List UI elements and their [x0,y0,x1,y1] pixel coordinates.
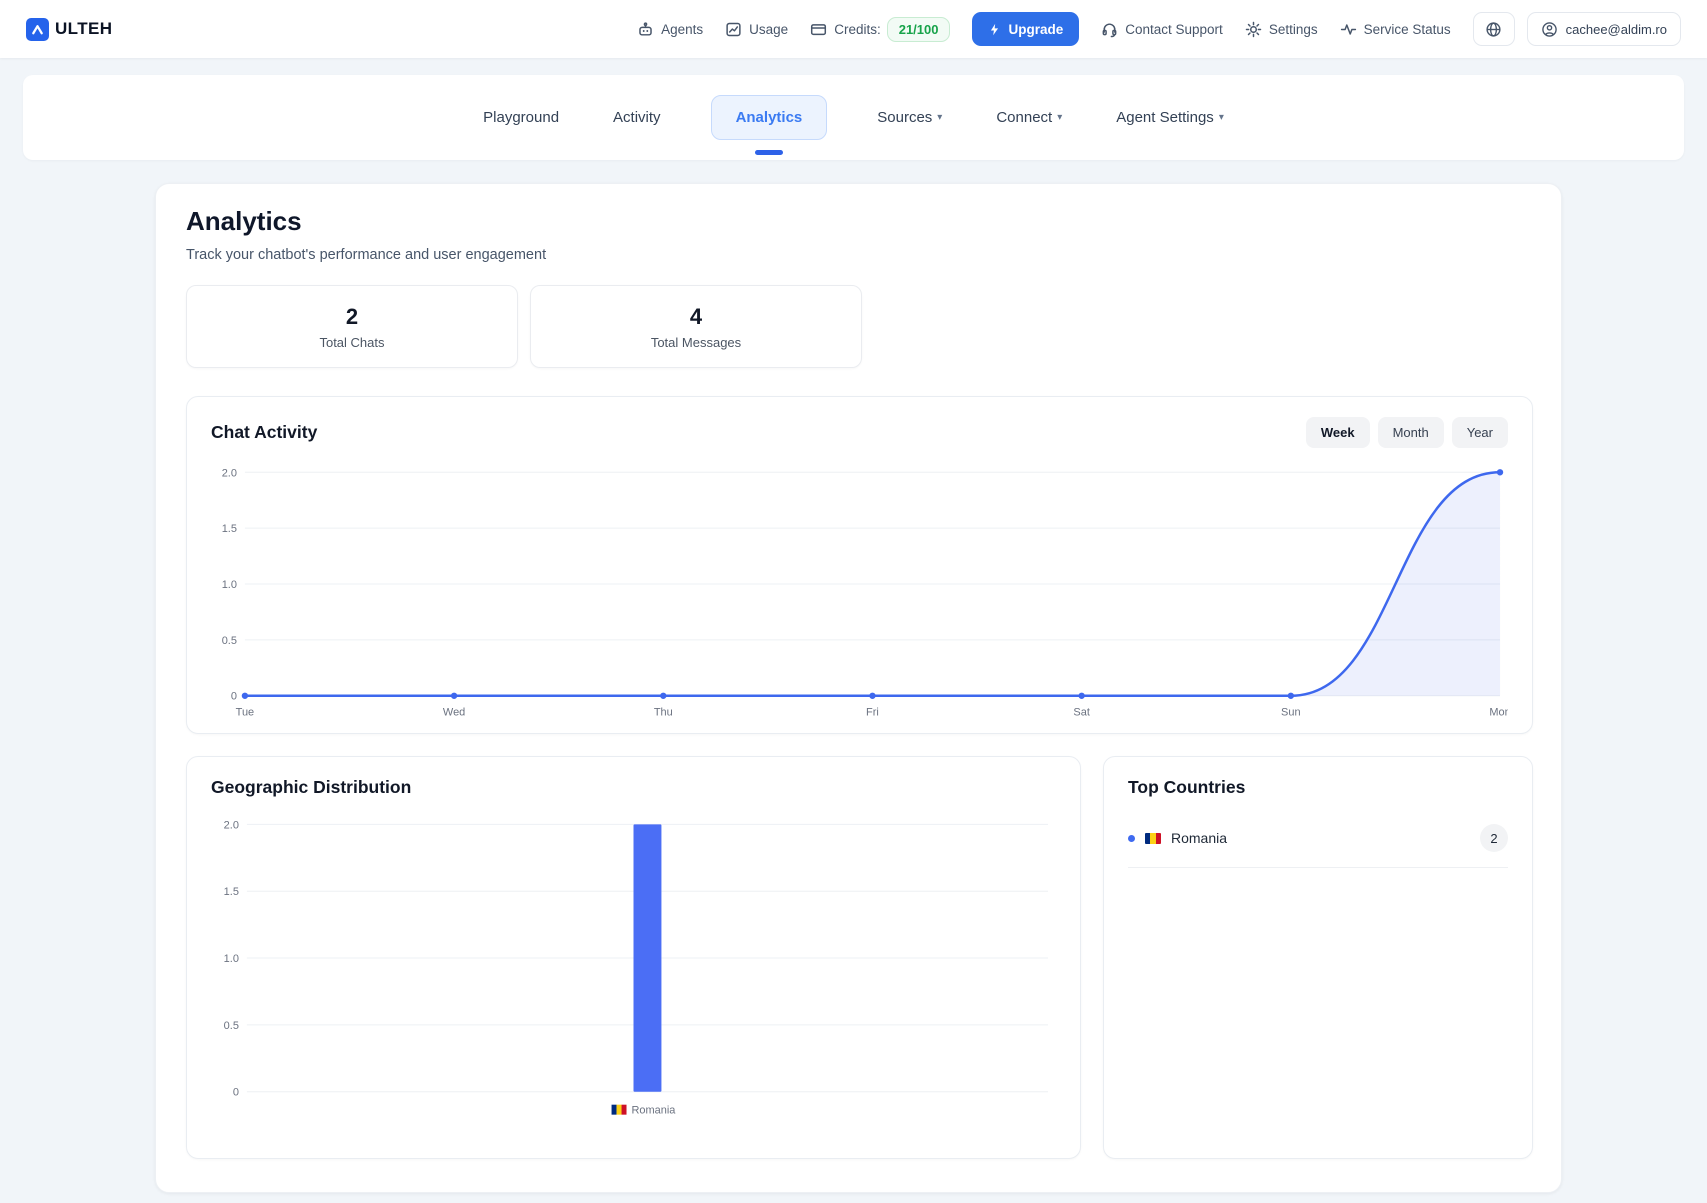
nav-contact-support-label: Contact Support [1125,22,1223,37]
stat-total-chats-label: Total Chats [319,335,384,350]
tab-activity-label: Activity [613,109,661,126]
tab-connect[interactable]: Connect ▾ [992,96,1066,139]
country-count-badge: 2 [1480,824,1508,852]
stat-total-messages-value: 4 [690,304,702,330]
lightning-bolt-icon [988,23,1001,36]
nav-contact-support[interactable]: Contact Support [1101,21,1223,38]
tab-playground-label: Playground [483,109,559,126]
nav-agents-label: Agents [661,22,703,37]
nav-usage-label: Usage [749,22,788,37]
nav-usage[interactable]: Usage [725,21,788,38]
gear-icon [1245,21,1262,38]
tab-bar: Playground Activity Analytics Sources ▾ C… [23,75,1684,160]
nav-settings[interactable]: Settings [1245,21,1318,38]
chevron-down-icon: ▾ [1057,112,1062,123]
svg-text:2.0: 2.0 [222,467,237,479]
page-subtitle: Track your chatbot's performance and use… [186,247,1531,263]
romania-flag-icon [1145,833,1161,844]
app-header: ULTEH Agents Usage [0,0,1707,58]
brand-logo-icon [26,18,49,41]
line-chart-icon [725,21,742,38]
chevron-down-icon: ▾ [1219,112,1224,123]
chat-activity-title: Chat Activity [211,422,317,443]
range-toggle-group: Week Month Year [1306,417,1508,448]
tab-sources-label: Sources [877,109,932,126]
svg-text:0: 0 [233,1087,239,1099]
geographic-distribution-panel: Geographic Distribution 0 0.5 1.0 1.5 2.0 Rom… [186,756,1081,1159]
svg-text:Sun: Sun [1281,707,1301,719]
stat-total-messages-label: Total Messages [651,335,741,350]
svg-text:1.0: 1.0 [224,953,239,965]
svg-text:1.5: 1.5 [224,886,239,898]
nav-agents[interactable]: Agents [637,21,703,38]
svg-text:0.5: 0.5 [222,635,237,647]
tab-analytics-label: Analytics [736,109,803,126]
upgrade-button[interactable]: Upgrade [972,12,1079,46]
credits-value-badge: 21/100 [887,17,951,42]
range-week-button[interactable]: Week [1306,417,1370,448]
robot-icon [637,21,654,38]
svg-text:Sat: Sat [1073,707,1089,719]
brand-name: ULTEH [55,19,112,39]
svg-text:Tue: Tue [236,707,255,719]
nav-service-status-label: Service Status [1364,22,1451,37]
upgrade-label: Upgrade [1008,22,1063,37]
stat-total-chats-value: 2 [346,304,358,330]
tab-analytics[interactable]: Analytics [711,95,828,140]
country-name: Romania [1171,830,1227,846]
tab-activity[interactable]: Activity [609,96,665,139]
range-month-button[interactable]: Month [1378,417,1444,448]
brand-logo[interactable]: ULTEH [26,18,112,41]
list-item-country: Romania 2 [1128,824,1508,868]
user-account-button[interactable]: cachee@aldim.ro [1527,12,1681,46]
pulse-icon [1340,21,1357,38]
tab-agent-settings[interactable]: Agent Settings ▾ [1112,96,1228,139]
top-countries-title: Top Countries [1128,777,1508,798]
tab-connect-label: Connect [996,109,1052,126]
svg-text:Fri: Fri [866,707,879,719]
tab-sources[interactable]: Sources ▾ [873,96,946,139]
globe-icon [1485,21,1502,38]
analytics-page-card: Analytics Track your chatbot's performan… [155,183,1562,1193]
page-title: Analytics [186,206,1531,237]
stats-row: 2 Total Chats 4 Total Messages [186,285,1531,368]
svg-text:Romania: Romania [632,1105,677,1117]
svg-text:Thu: Thu [654,707,673,719]
chat-activity-line-chart: 0 0.5 1.0 1.5 2.0 Tue Wed Thu Fri Sat Sun Mon [211,458,1508,724]
geographic-distribution-title: Geographic Distribution [211,777,1056,798]
chat-activity-panel: Chat Activity Week Month Year 0 0.5 1.0 1.5… [186,396,1533,734]
geographic-distribution-bar-chart: 0 0.5 1.0 1.5 2.0 Romania [211,810,1056,1132]
credit-card-icon [810,21,827,38]
svg-text:1.5: 1.5 [222,523,237,535]
nav-settings-label: Settings [1269,22,1318,37]
credits-label: Credits: [834,22,881,37]
credits-indicator: Credits: 21/100 [810,17,950,42]
stat-total-messages: 4 Total Messages [530,285,862,368]
svg-text:Wed: Wed [443,707,465,719]
range-year-button[interactable]: Year [1452,417,1508,448]
top-countries-panel: Top Countries Romania 2 [1103,756,1533,1159]
svg-text:0: 0 [231,691,237,703]
svg-text:2.0: 2.0 [224,819,239,831]
user-email: cachee@aldim.ro [1566,22,1667,37]
tab-playground[interactable]: Playground [479,96,563,139]
svg-text:0.5: 0.5 [224,1020,239,1032]
chevron-down-icon: ▾ [937,112,942,123]
person-circle-icon [1541,21,1558,38]
headset-icon [1101,21,1118,38]
tab-agent-settings-label: Agent Settings [1116,109,1214,126]
svg-text:1.0: 1.0 [222,579,237,591]
svg-text:Mon: Mon [1489,707,1508,719]
nav-service-status[interactable]: Service Status [1340,21,1451,38]
stat-total-chats: 2 Total Chats [186,285,518,368]
bullet-dot-icon [1128,835,1135,842]
language-button[interactable] [1473,12,1515,46]
